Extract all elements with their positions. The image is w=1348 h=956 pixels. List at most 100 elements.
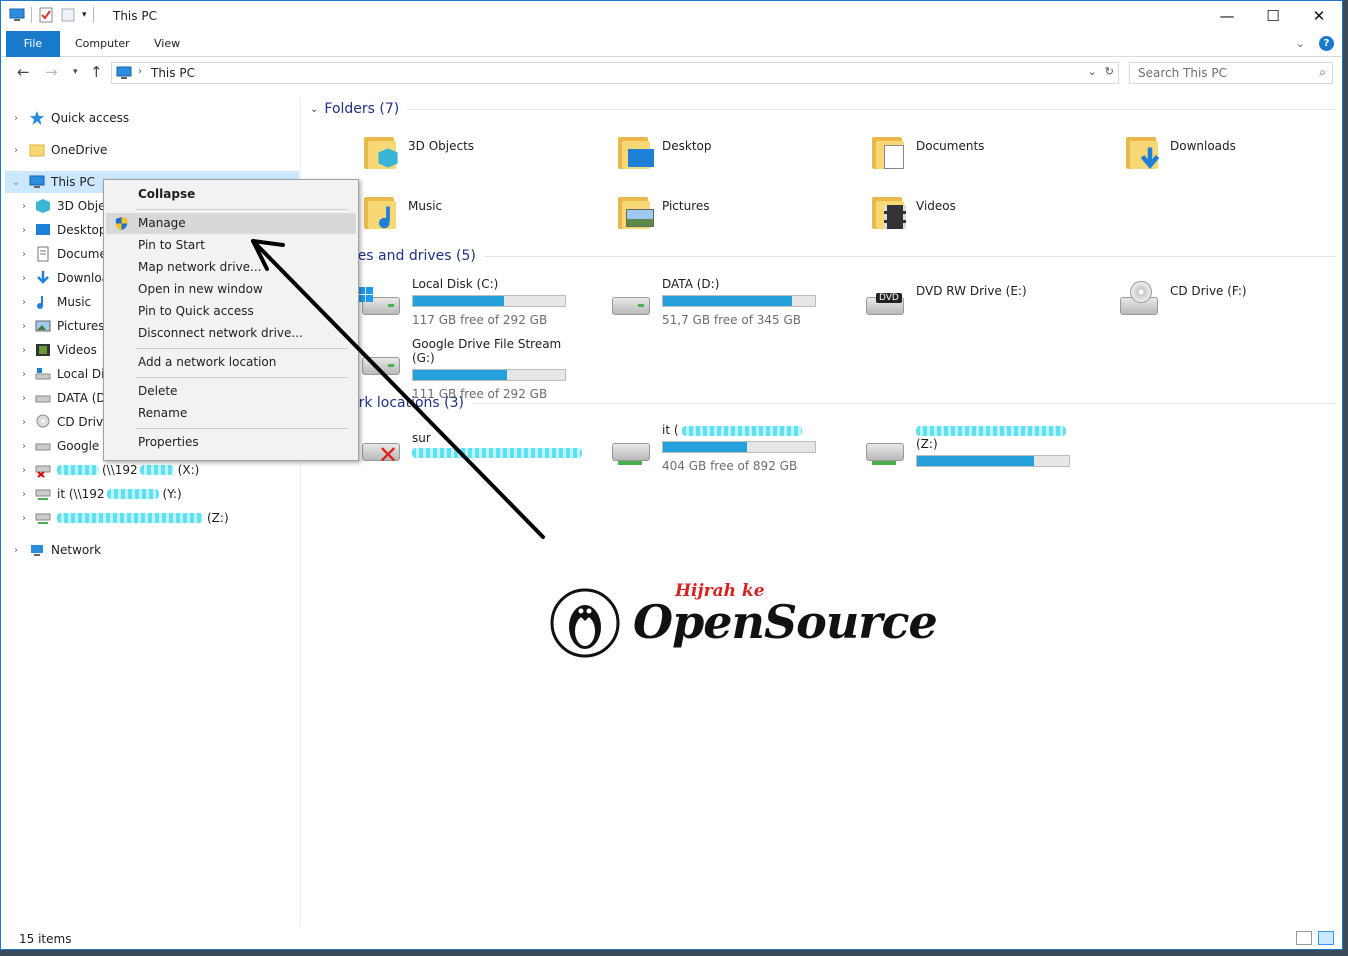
drive-tile-local-disk-c[interactable]: Local Disk (C:) 117 GB free of 292 GB (358, 277, 572, 327)
nav-item-downloads[interactable]: › Downloa (17, 267, 109, 289)
nav-item-3d-objects[interactable]: › 3D Objec (17, 195, 112, 217)
chevron-right-icon[interactable]: › (17, 465, 31, 476)
expand-ribbon-icon[interactable]: ⌄ (1296, 37, 1305, 50)
menu-item-map-network-drive[interactable]: Map network drive... (106, 257, 356, 278)
chevron-right-icon[interactable]: › (17, 369, 31, 380)
chevron-right-icon[interactable]: › (17, 273, 31, 284)
details-view-icon[interactable] (1296, 931, 1312, 945)
menu-item-rename[interactable]: Rename (106, 403, 356, 424)
chevron-right-icon[interactable]: › (17, 201, 31, 212)
folder-label: Desktop (662, 139, 712, 153)
tab-computer[interactable]: Computer (75, 31, 130, 57)
nav-item-network-drive-z[interactable]: › (Z:) (17, 507, 229, 529)
menu-item-collapse[interactable]: Collapse (106, 184, 356, 205)
tab-view[interactable]: View (154, 31, 180, 57)
group-header-network[interactable]: ork locations (3) (310, 393, 1335, 413)
nav-item-cd-drive[interactable]: › CD Drive (17, 411, 110, 433)
recent-locations-icon[interactable]: ▾ (73, 67, 78, 77)
tux-penguin-icon (550, 588, 620, 658)
folder-tile-pictures[interactable]: Pictures (616, 191, 710, 231)
address-field[interactable]: › This PC ⌄ ↻ (111, 62, 1119, 84)
forward-arrow-icon[interactable]: → (45, 63, 58, 81)
menu-item-add-network-location[interactable]: Add a network location (106, 352, 356, 373)
chevron-right-icon[interactable]: › (9, 545, 23, 556)
nav-item-network[interactable]: › Network (9, 539, 101, 561)
nav-label: OneDrive (51, 143, 108, 157)
menu-item-manage[interactable]: Manage (106, 213, 356, 234)
network-tile-disconnected[interactable]: ✕ sur (358, 423, 582, 467)
refresh-icon[interactable]: ↻ (1105, 65, 1114, 78)
maximize-button[interactable]: ☐ (1250, 1, 1296, 31)
drive-free-space: 404 GB free of 892 GB (662, 459, 798, 473)
redacted-text (57, 465, 99, 475)
folder-tile-videos[interactable]: Videos (870, 191, 956, 231)
folder-tile-downloads[interactable]: Downloads (1124, 131, 1236, 171)
nav-label: Desktop (57, 223, 107, 237)
new-folder-icon[interactable] (60, 7, 76, 23)
properties-icon[interactable] (38, 7, 54, 23)
menu-divider (136, 428, 348, 429)
chevron-down-icon[interactable]: ⌄ (9, 177, 23, 188)
nav-item-desktop[interactable]: › Desktop (17, 219, 107, 241)
folder-tile-desktop[interactable]: Desktop (616, 131, 712, 171)
nav-item-music[interactable]: › Music (17, 291, 91, 313)
nav-item-quick-access[interactable]: › Quick access (9, 107, 129, 129)
folder-tile-music[interactable]: Music (362, 191, 442, 231)
network-tile-z[interactable]: (Z:) (862, 423, 1076, 467)
nav-item-data-drive[interactable]: › DATA (D (17, 387, 106, 409)
chevron-right-icon[interactable]: › (17, 321, 31, 332)
folder-tile-documents[interactable]: Documents (870, 131, 984, 171)
nav-item-documents[interactable]: › Docume (17, 243, 107, 265)
minimize-button[interactable]: — (1204, 1, 1250, 31)
nav-item-network-drive-x[interactable]: › (\\192 (X:) (17, 459, 199, 481)
nav-item-videos[interactable]: › Videos (17, 339, 97, 361)
chevron-down-icon[interactable]: ▾ (82, 10, 87, 20)
search-icon[interactable]: ⌕ (1319, 65, 1326, 80)
chevron-right-icon[interactable]: › (17, 393, 31, 404)
chevron-right-icon[interactable]: › (17, 441, 31, 452)
chevron-right-icon[interactable]: › (9, 113, 23, 124)
network-tile-it[interactable]: it ( 404 GB free of 892 GB (608, 423, 822, 473)
address-dropdown-icon[interactable]: ⌄ (1088, 65, 1097, 78)
group-header-drives[interactable]: ces and drives (5) (310, 246, 1335, 266)
menu-item-open-new-window[interactable]: Open in new window (106, 279, 356, 300)
back-arrow-icon[interactable]: ← (17, 63, 30, 81)
chevron-right-icon[interactable]: › (17, 249, 31, 260)
chevron-right-icon[interactable]: › (17, 297, 31, 308)
tab-file[interactable]: File (6, 31, 60, 57)
group-header-folders[interactable]: ⌄ Folders (7) (310, 99, 1335, 119)
nav-item-pictures[interactable]: › Pictures (17, 315, 105, 337)
nav-item-google-drive[interactable]: › Google D (17, 435, 112, 457)
large-icons-view-icon[interactable] (1318, 931, 1334, 945)
status-bar: 15 items (1, 927, 1342, 949)
star-icon (30, 111, 44, 125)
search-input[interactable]: Search This PC ⌕ (1129, 62, 1333, 84)
menu-item-properties[interactable]: Properties (106, 432, 356, 453)
help-button[interactable]: ? (1319, 36, 1334, 51)
chevron-right-icon[interactable]: › (17, 225, 31, 236)
drive-tile-cd-f[interactable]: CD Drive (F:) (1116, 277, 1330, 321)
breadcrumb-chevron-icon[interactable]: › (138, 66, 142, 77)
chevron-down-icon[interactable]: ⌄ (310, 104, 318, 115)
chevron-right-icon[interactable]: › (9, 145, 23, 156)
menu-item-pin-to-quick-access[interactable]: Pin to Quick access (106, 301, 356, 322)
folder-tile-3d-objects[interactable]: 3D Objects (362, 131, 474, 171)
chevron-right-icon[interactable]: › (17, 489, 31, 500)
menu-item-disconnect-network-drive[interactable]: Disconnect network drive... (106, 323, 356, 344)
chevron-right-icon[interactable]: › (17, 513, 31, 524)
drive-tile-data-d[interactable]: DATA (D:) 51,7 GB free of 345 GB (608, 277, 822, 327)
nav-item-local-disk[interactable]: › Local Dis (17, 363, 111, 385)
nav-item-onedrive[interactable]: › OneDrive (9, 139, 107, 161)
drive-tile-google-drive-g[interactable]: Google Drive File Stream (G:) 111 GB fre… (358, 337, 572, 401)
menu-item-delete[interactable]: Delete (106, 381, 356, 402)
close-button[interactable]: ✕ (1296, 1, 1342, 31)
windows-drive-icon (358, 277, 402, 321)
chevron-right-icon[interactable]: › (17, 417, 31, 428)
up-arrow-icon[interactable]: ↑ (90, 63, 103, 81)
computer-icon[interactable] (9, 7, 25, 23)
nav-item-network-drive-y[interactable]: › it (\\192 (Y:) (17, 483, 182, 505)
chevron-right-icon[interactable]: › (17, 345, 31, 356)
menu-item-pin-to-start[interactable]: Pin to Start (106, 235, 356, 256)
folder-label: Pictures (662, 199, 710, 213)
drive-tile-dvd-e[interactable]: DVD DVD RW Drive (E:) (862, 277, 1076, 321)
